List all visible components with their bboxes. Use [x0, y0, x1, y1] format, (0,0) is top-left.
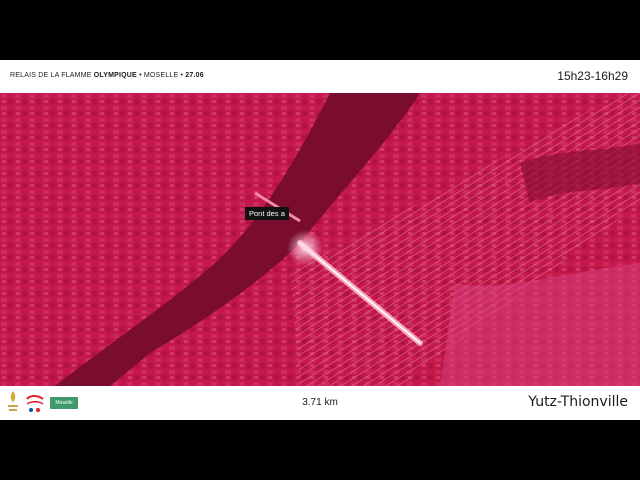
title-suffix: • MOSELLE • — [136, 72, 186, 79]
city-name: Yutz-Thionville — [528, 394, 628, 410]
time-range: 15h23-16h29 — [557, 69, 628, 83]
title-prefix: RELAIS DE LA FLAMME — [10, 72, 92, 79]
title-date: 27.06 — [185, 72, 204, 79]
footer-bar: Moselle 3.71 km Yutz-Thionville — [0, 386, 640, 420]
route-start-glow — [287, 230, 323, 266]
satellite-map[interactable]: Pont des a — [0, 93, 640, 386]
video-frame: RELAIS DE LA FLAMME OLYMPIQUE • MOSELLE … — [0, 60, 640, 420]
map-imagery — [0, 93, 640, 386]
relay-title: RELAIS DE LA FLAMME OLYMPIQUE • MOSELLE … — [10, 72, 204, 79]
bridge-label: Pont des a — [245, 207, 289, 220]
title-bold: OLYMPIQUE — [93, 72, 137, 79]
header-bar: RELAIS DE LA FLAMME OLYMPIQUE • MOSELLE … — [0, 60, 640, 93]
